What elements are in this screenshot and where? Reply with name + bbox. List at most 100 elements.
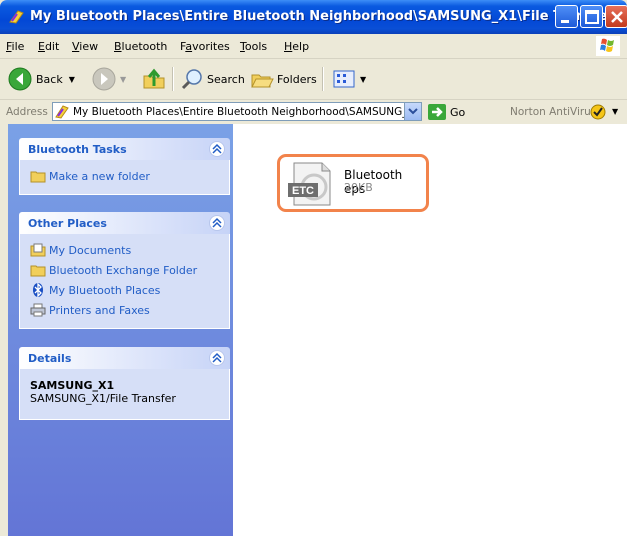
bluetooth-places-icon [55,105,69,119]
toolbar-separator [322,67,324,91]
menu-edit-rest: dit [44,40,60,53]
menu-help[interactable]: Help [284,40,309,53]
explorer-window: My Bluetooth Places\Entire Bluetooth Nei… [0,0,627,536]
menu-tools[interactable]: Tools [240,40,267,53]
chevron-up-icon [212,352,222,363]
place-my-documents[interactable]: My Documents [20,240,229,260]
forward-dropdown-icon[interactable]: ▼ [120,75,126,84]
place-bluetooth-exchange-label: Bluetooth Exchange Folder [49,263,198,277]
back-dropdown-icon[interactable]: ▼ [69,75,75,84]
collapse-chevron-icon[interactable] [209,141,225,157]
other-places-body: My Documents Bluetooth Exchange Folder M… [19,234,230,329]
norton-antivirus-label[interactable]: Norton AntiVirus [510,106,596,118]
collapse-chevron-icon[interactable] [209,350,225,366]
menu-file[interactable]: File [6,40,24,53]
search-icon [181,69,202,90]
address-text: My Bluetooth Places\Entire Bluetooth Nei… [73,106,422,118]
menu-bar: File Edit View Bluetooth Favorites Tools… [0,34,627,59]
bluetooth-tasks-title: Bluetooth Tasks [28,143,127,156]
folders-button[interactable]: Folders [250,65,317,93]
back-button[interactable]: Back ▼ [8,65,75,93]
place-bluetooth-exchange-folder[interactable]: Bluetooth Exchange Folder [20,260,229,280]
menu-view-rest: iew [79,40,99,53]
menu-file-rest: ile [11,40,25,53]
details-group: Details SAMSUNG_X1 SAMSUNG_X1/File Trans… [19,347,230,420]
views-button[interactable]: ▼ [332,65,366,93]
norton-dropdown-icon[interactable]: ▼ [612,107,618,116]
menu-bluetooth[interactable]: Bluetooth [114,40,167,53]
menu-edit-key: E [38,40,45,53]
close-button[interactable] [605,5,627,28]
menu-bluetooth-key: B [114,40,122,53]
bluetooth-tasks-group: Bluetooth Tasks Make a new folder [19,138,230,195]
folder-icon [30,265,46,277]
other-places-title: Other Places [28,217,107,230]
place-my-bluetooth-places[interactable]: My Bluetooth Places [20,280,229,300]
place-printers-and-faxes-label: Printers and Faxes [49,303,150,317]
bluetooth-places-icon [9,10,24,24]
printer-icon [30,303,46,317]
maximize-icon [585,10,599,24]
address-bar: Address My Bluetooth Places\Entire Bluet… [0,100,627,124]
collapse-chevron-icon[interactable] [209,215,225,231]
menu-tools-rest: ools [244,40,268,53]
menu-help-rest: elp [292,40,310,53]
file-item-bluetooth-eps[interactable]: ETC Bluetooth eps 20KB [277,154,429,212]
minimize-button[interactable] [555,5,578,28]
maximize-button[interactable] [580,5,603,28]
etc-label: ETC [292,185,314,197]
go-button[interactable]: Go [428,104,465,120]
back-arrow-icon [8,67,32,91]
address-dropdown-button[interactable] [404,103,421,120]
windows-logo-icon [596,36,620,56]
place-my-bluetooth-places-label: My Bluetooth Places [49,283,161,297]
menu-edit[interactable]: Edit [38,40,59,53]
back-label: Back [36,72,63,86]
views-icon [333,70,355,88]
chevron-down-icon [408,108,418,115]
menu-favorites[interactable]: Favorites [180,40,230,53]
documents-icon [30,243,46,257]
task-pane: Bluetooth Tasks Make a new folder Other … [8,124,233,536]
other-places-header[interactable]: Other Places [19,212,230,234]
folders-icon [251,74,274,88]
up-folder-icon [143,68,165,89]
go-label: Go [450,105,466,119]
task-make-new-folder[interactable]: Make a new folder [20,166,229,186]
up-folder-button[interactable] [142,65,166,93]
place-my-documents-label: My Documents [49,243,132,257]
forward-button[interactable]: ▼ [92,65,126,93]
details-body: SAMSUNG_X1 SAMSUNG_X1/File Transfer [19,369,230,420]
title-bar[interactable]: My Bluetooth Places\Entire Bluetooth Nei… [0,0,627,34]
place-printers-and-faxes[interactable]: Printers and Faxes [20,300,229,320]
norton-icon[interactable] [590,104,606,120]
details-device-path: SAMSUNG_X1/File Transfer [30,392,176,405]
folder-icon [30,171,46,183]
menu-bluetooth-rest: luetooth [121,40,168,53]
other-places-group: Other Places My Documents Bluetooth Exch… [19,212,230,329]
file-size: 20KB [344,181,373,194]
minimize-icon [561,20,569,23]
bluetooth-icon [33,283,43,297]
forward-arrow-icon [92,67,116,91]
bluetooth-tasks-header[interactable]: Bluetooth Tasks [19,138,230,160]
details-title: Details [28,352,72,365]
close-icon [611,11,623,23]
menu-favorites-rest: vorites [192,40,230,53]
address-input[interactable]: My Bluetooth Places\Entire Bluetooth Nei… [52,102,422,121]
details-device-name: SAMSUNG_X1 [30,379,115,392]
chevron-up-icon [212,143,222,154]
details-header[interactable]: Details [19,347,230,369]
folders-label: Folders [277,72,317,86]
go-arrow-icon [428,104,446,120]
chevron-up-icon [212,217,222,228]
window-title: My Bluetooth Places\Entire Bluetooth Nei… [30,9,614,24]
views-dropdown-icon[interactable]: ▼ [360,75,366,84]
file-view[interactable]: ETC Bluetooth eps 20KB [233,124,627,536]
standard-toolbar: Back ▼ ▼ Search Folders ▼ [0,59,627,100]
etc-file-icon: ETC [288,162,331,206]
menu-view[interactable]: View [72,40,98,53]
toolbar-separator [172,67,174,91]
task-make-new-folder-label: Make a new folder [49,169,150,183]
search-button[interactable]: Search [180,65,245,93]
